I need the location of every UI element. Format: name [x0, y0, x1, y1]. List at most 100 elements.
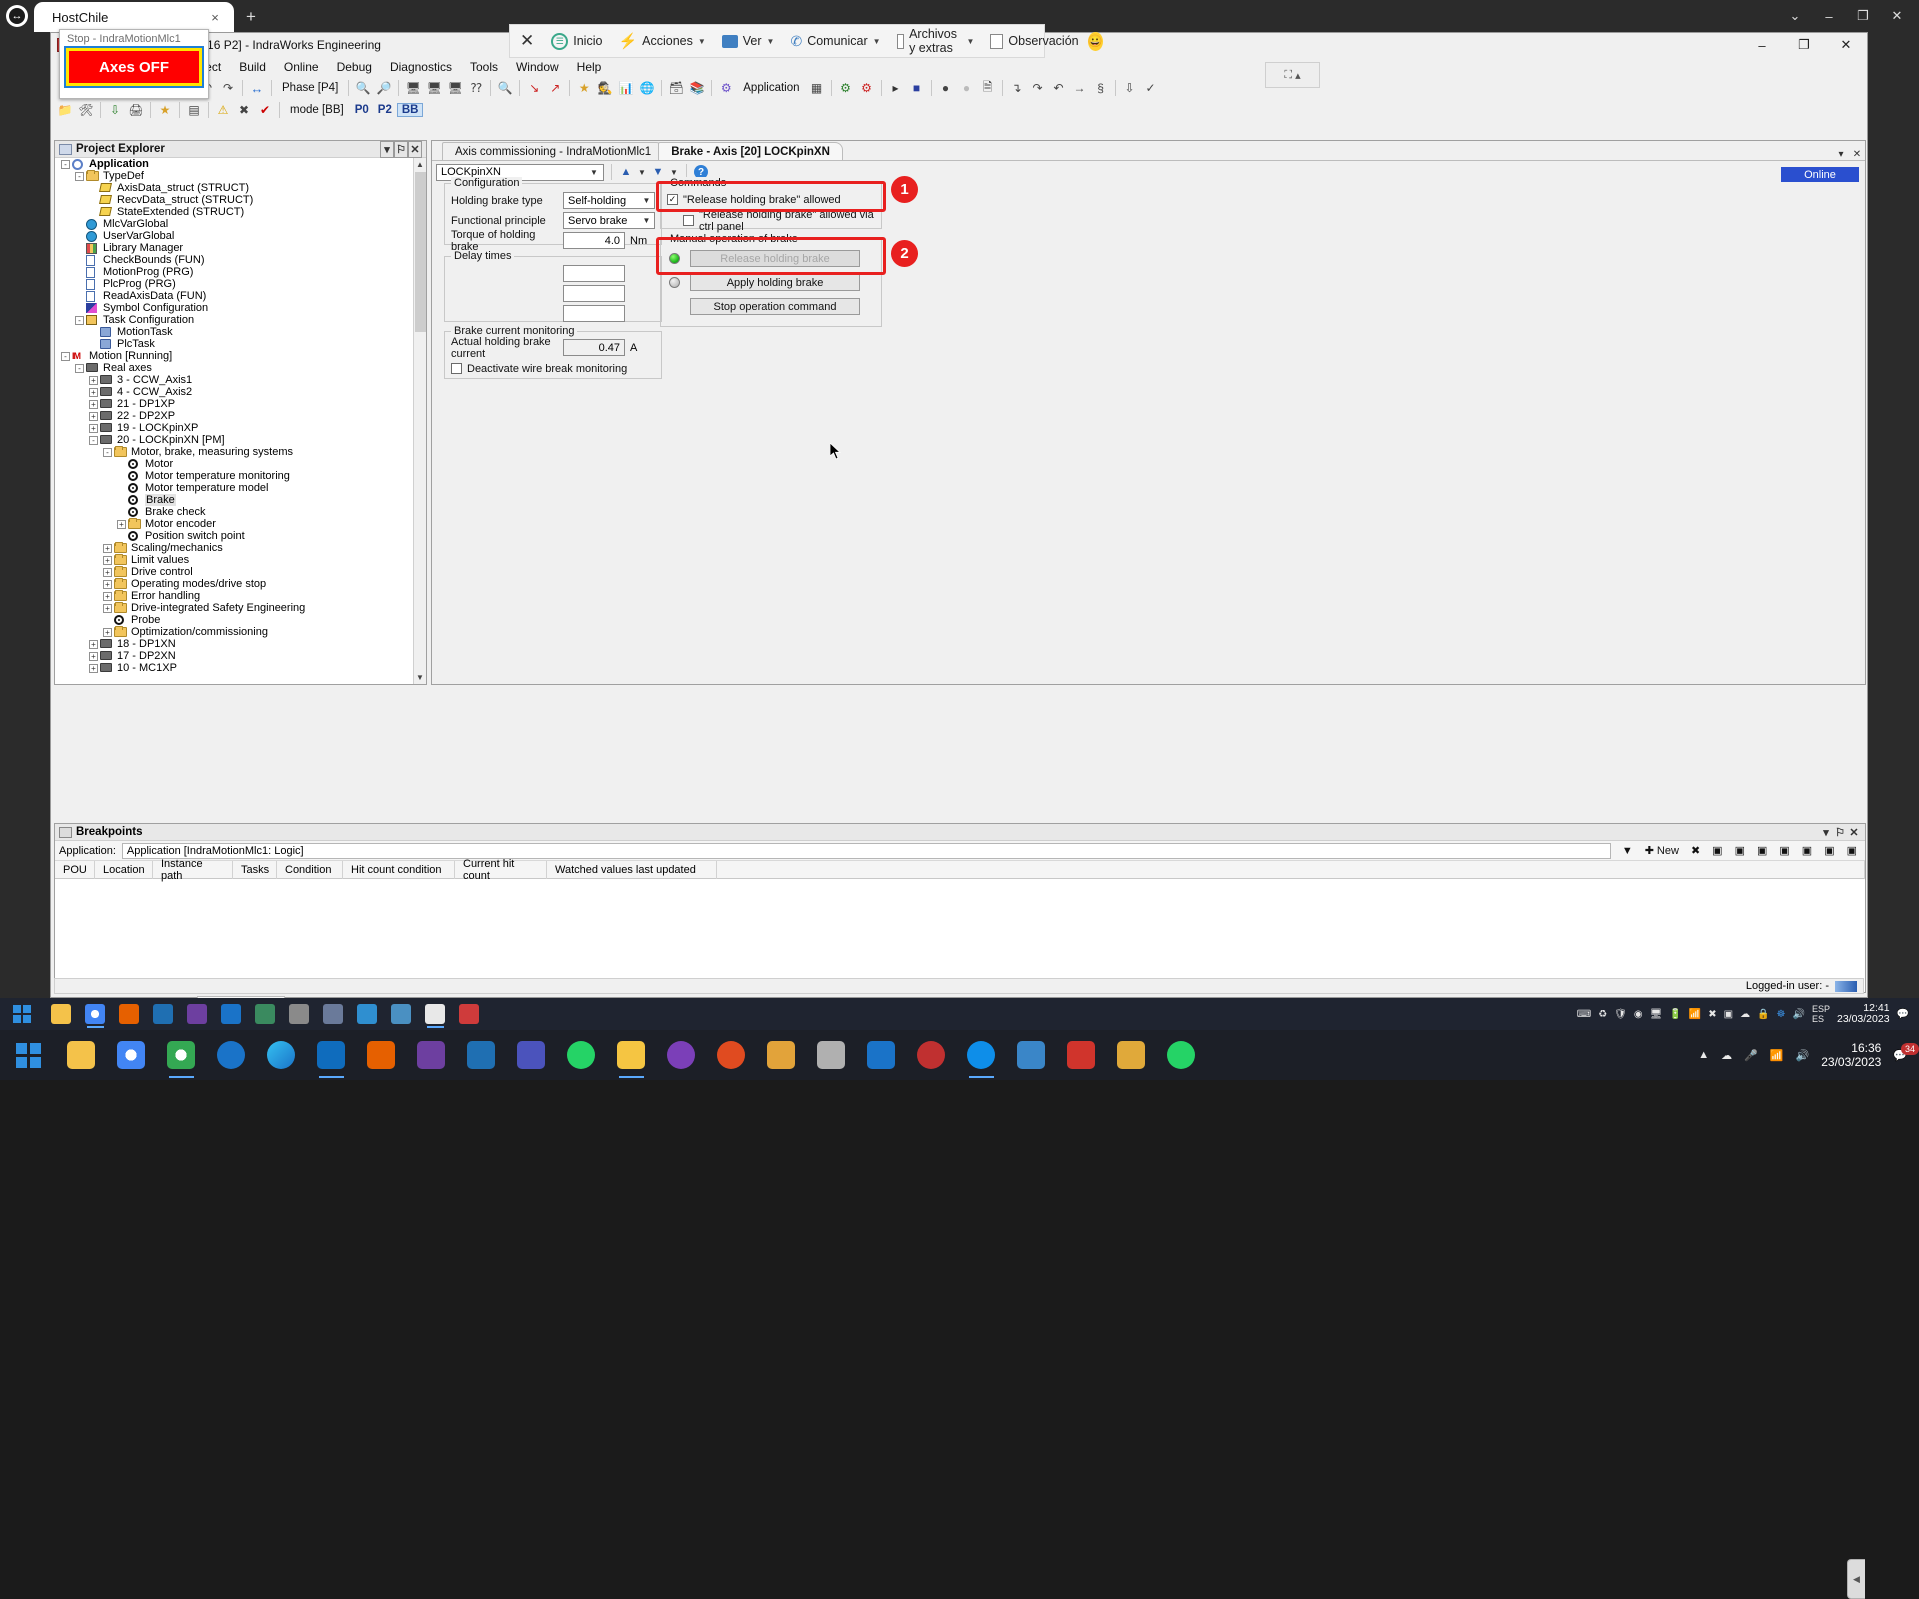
expand-icon[interactable]: +	[89, 387, 98, 397]
remote-taskbar-explorer[interactable]	[44, 998, 78, 1030]
grid-icon[interactable]: ▦	[807, 79, 827, 98]
holding-brake-type-select[interactable]: Self-holding ▼	[563, 192, 655, 209]
tree-node[interactable]: StateExtended (STRUCT)	[55, 206, 426, 218]
expand-icon[interactable]: +	[103, 603, 112, 613]
host-taskbar-app1[interactable]	[756, 1030, 806, 1080]
minimize-icon[interactable]: –	[1813, 3, 1845, 29]
remote-taskbar-v2[interactable]	[214, 998, 248, 1030]
breakpoints-column-header-cell[interactable]: Hit count condition	[343, 860, 455, 879]
tree-node[interactable]: - Real axes	[55, 362, 426, 374]
teamviewer-strip-minimized[interactable]: ⛶ ▴	[1265, 62, 1320, 88]
remote-taskbar-visualstudio[interactable]	[180, 998, 214, 1030]
compare-device-icon[interactable]: 🖥	[445, 79, 465, 98]
breakpoint-icon[interactable]: ●	[936, 79, 956, 98]
close-icon[interactable]: ×	[206, 10, 224, 25]
force-values-icon[interactable]: ✓	[1141, 79, 1161, 98]
redo-icon[interactable]: ↷	[218, 79, 238, 98]
close-icon[interactable]: ✕	[1847, 826, 1861, 839]
tree-node[interactable]: - 20 - LOCKpinXN [PM]	[55, 434, 426, 446]
tray-cloud-icon[interactable]: ☁	[1740, 1009, 1750, 1020]
goto-source-icon[interactable]: ▣	[1774, 843, 1794, 859]
step-out-icon[interactable]: ↶	[1049, 79, 1069, 98]
chevron-down-icon[interactable]: ▼	[1617, 843, 1638, 859]
delay-input-0[interactable]	[563, 265, 625, 282]
phase-p2-button[interactable]: P2	[374, 104, 396, 116]
apply-holding-brake-button[interactable]: Apply holding brake	[690, 274, 860, 291]
breakpoints-column-header-cell[interactable]: Watched values last updated	[547, 860, 717, 879]
tree-node[interactable]: - Motor, brake, measuring systems	[55, 446, 426, 458]
tree-node[interactable]: Symbol Configuration	[55, 302, 426, 314]
collapse-icon[interactable]: -	[75, 363, 84, 373]
editor-tab-1[interactable]: Brake - Axis [20] LOCKpinXN	[658, 142, 843, 160]
chevron-down-icon[interactable]: ⌄	[1779, 3, 1811, 29]
tree-node[interactable]: +21 - DP1XP	[55, 398, 426, 410]
host-taskbar-app2[interactable]	[806, 1030, 856, 1080]
tray-app-icon[interactable]: ▣	[1724, 1009, 1733, 1020]
tree-node[interactable]: + Motor encoder	[55, 518, 426, 530]
close-icon[interactable]: ✕	[408, 140, 422, 158]
maximize-icon[interactable]: ❐	[1847, 3, 1879, 29]
host-taskbar-teams[interactable]	[506, 1030, 556, 1080]
clear-all-icon[interactable]: ▣	[1842, 843, 1862, 859]
tray-volume-icon[interactable]: 🔊	[1793, 1009, 1805, 1020]
close-icon[interactable]: ✕	[518, 31, 542, 51]
breakpoints-column-header-cell[interactable]: Condition	[277, 860, 343, 879]
pin-icon[interactable]: ⚐	[394, 140, 408, 158]
expand-icon[interactable]: +	[89, 663, 98, 673]
tray-volume-icon[interactable]: 🔊	[1796, 1049, 1810, 1062]
remote-taskbar-firefox[interactable]	[112, 998, 146, 1030]
host-taskbar-app5[interactable]	[1106, 1030, 1156, 1080]
connect-icon[interactable]: ↔	[247, 79, 267, 98]
stop-icon[interactable]: ■	[907, 79, 927, 98]
chevron-down-icon[interactable]: ▼	[967, 37, 975, 46]
tree-node[interactable]: +4 - CCW_Axis2	[55, 386, 426, 398]
phase-bb-button[interactable]: BB	[396, 103, 424, 117]
expand-icon[interactable]: +	[89, 639, 98, 649]
delete-breakpoint-icon[interactable]: ✖	[1686, 843, 1705, 859]
tree-node[interactable]: + Drive control	[55, 566, 426, 578]
menu-item-debug[interactable]: Debug	[328, 58, 381, 76]
host-taskbar-v2[interactable]	[856, 1030, 906, 1080]
nav-down-menu-icon[interactable]: ▼	[669, 168, 679, 177]
breakpoints-column-header-cell[interactable]: POU	[55, 860, 95, 879]
star-icon[interactable]: ★	[155, 101, 175, 120]
axes-off-button[interactable]: Axes OFF	[64, 46, 204, 88]
start-icon[interactable]: ▸	[886, 79, 906, 98]
tree-node[interactable]: MotionTask	[55, 326, 426, 338]
collapse-icon[interactable]: -	[89, 435, 98, 445]
diagnostics-icon[interactable]: ✔	[255, 101, 275, 120]
remote-taskbar-chrome[interactable]	[78, 998, 112, 1030]
printer-icon[interactable]: 🖨	[126, 101, 146, 120]
expand-icon[interactable]: +	[103, 591, 112, 601]
host-taskbar-vscode[interactable]	[456, 1030, 506, 1080]
remote-taskbar-app3[interactable]	[384, 998, 418, 1030]
host-taskbar-firefox[interactable]	[356, 1030, 406, 1080]
new-tab-button[interactable]: +	[234, 2, 268, 32]
teamviewer-comunicar-item[interactable]: ✆ Comunicar ▼	[783, 26, 887, 56]
search-param-icon[interactable]: 🔍	[353, 79, 373, 98]
teamviewer-observacion-item[interactable]: Observación	[983, 26, 1085, 56]
chevron-up-icon[interactable]: ▴	[1295, 69, 1301, 82]
stop-operation-command-button[interactable]: Stop operation command	[690, 298, 860, 315]
host-taskbar-acrobat[interactable]	[1056, 1030, 1106, 1080]
tree-node[interactable]: ReadAxisData (FUN)	[55, 290, 426, 302]
host-taskbar-chrome[interactable]	[106, 1030, 156, 1080]
favorite-icon[interactable]: ★	[574, 79, 594, 98]
release-via-ctrl-panel-checkbox[interactable]	[683, 215, 694, 226]
project-explorer-tree[interactable]: - Application - TypeDef AxisData_struct (STR…	[55, 158, 426, 684]
scroll-up-icon[interactable]: ▲	[414, 158, 426, 171]
edit-breakpoint-icon[interactable]: ▣	[1707, 843, 1727, 859]
zoom-icon[interactable]: 🔍	[495, 79, 515, 98]
teamviewer-archivos-item[interactable]: Archivos y extras ▼	[890, 26, 982, 56]
menu-item-online[interactable]: Online	[275, 58, 328, 76]
teamviewer-ver-item[interactable]: Ver ▼	[715, 26, 782, 56]
tree-node[interactable]: Brake check	[55, 506, 426, 518]
expand-icon[interactable]: +	[89, 399, 98, 409]
chevron-down-icon[interactable]: ▼	[873, 37, 881, 46]
expand-icon[interactable]: +	[103, 567, 112, 577]
menu-item-window[interactable]: Window	[507, 58, 568, 76]
pin-icon[interactable]: ⚐	[1833, 826, 1847, 839]
close-icon[interactable]: ✕	[1881, 3, 1913, 29]
host-taskbar-app3[interactable]	[906, 1030, 956, 1080]
tree-node[interactable]: UserVarGlobal	[55, 230, 426, 242]
